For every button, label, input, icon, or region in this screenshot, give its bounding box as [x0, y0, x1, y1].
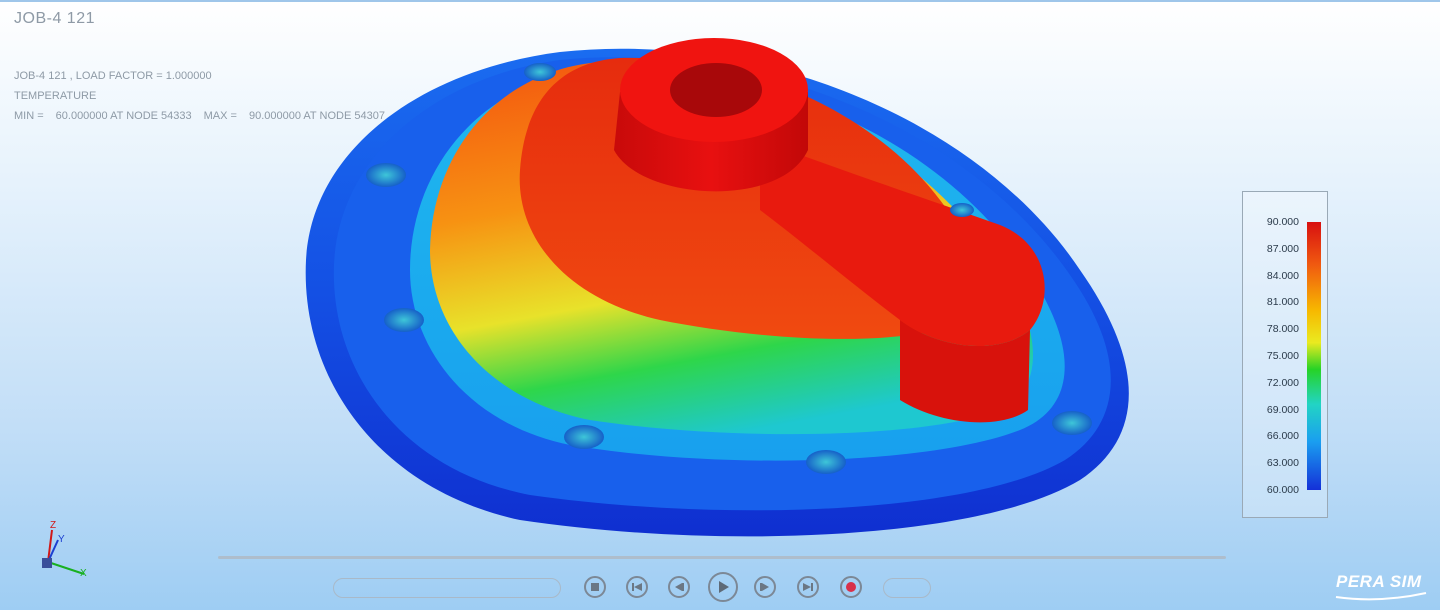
legend-tick-label: 60.000: [1266, 484, 1299, 496]
step-forward-button[interactable]: [754, 576, 776, 598]
legend-tick-label: 63.000: [1266, 457, 1299, 470]
legend-tick-label: 78.000: [1266, 323, 1299, 336]
step-forward-icon: [760, 583, 769, 591]
legend-tick-label: 87.000: [1266, 242, 1299, 255]
axis-triad: Z Y X: [42, 520, 87, 579]
x-axis-label: X: [80, 568, 87, 579]
legend-tick-label: 84.000: [1266, 269, 1299, 282]
skip-first-button[interactable]: [626, 576, 648, 598]
y-axis-label: Y: [58, 534, 65, 545]
legend-color-bar: [1307, 222, 1321, 490]
record-icon: [846, 582, 856, 592]
triad-origin-cube: [42, 558, 52, 568]
bolt-hole: [366, 163, 406, 187]
bolt-hole: [384, 308, 424, 332]
legend-tick-label: 90.000: [1266, 216, 1299, 228]
legend-tick-label: 81.000: [1266, 296, 1299, 309]
logo-swoosh: [1335, 592, 1427, 601]
frame-field[interactable]: [333, 578, 561, 598]
play-icon: [719, 581, 729, 593]
stop-button[interactable]: [584, 576, 606, 598]
boss-bore: [670, 63, 762, 117]
step-back-button[interactable]: [668, 576, 690, 598]
legend-tick-label: 66.000: [1266, 430, 1299, 443]
z-axis-label: Z: [50, 520, 56, 531]
skip-last-icon: [803, 583, 813, 591]
bolt-hole: [950, 203, 974, 217]
skip-first-icon: [632, 583, 642, 591]
skip-last-button[interactable]: [797, 576, 819, 598]
temperature-contour-model[interactable]: [0, 0, 1440, 610]
stop-icon: [591, 583, 599, 591]
bolt-hole: [524, 63, 556, 81]
record-button[interactable]: [840, 576, 862, 598]
color-legend: 90.000 87.000 84.000 81.000 78.000 75.000 72.0…: [1242, 191, 1328, 518]
legend-tick-label: 75.000: [1266, 350, 1299, 362]
bolt-hole: [1052, 411, 1092, 435]
step-back-icon: [675, 583, 684, 591]
legend-tick-label: 69.000: [1266, 403, 1299, 416]
bolt-hole: [564, 425, 604, 449]
pera-sim-logo: PERA SIM: [1336, 572, 1422, 591]
bolt-hole: [806, 450, 846, 474]
play-button[interactable]: [708, 572, 738, 602]
speed-field[interactable]: [883, 578, 931, 598]
animation-timeline[interactable]: [218, 556, 1226, 559]
legend-tick-label: 72.000: [1266, 376, 1299, 389]
